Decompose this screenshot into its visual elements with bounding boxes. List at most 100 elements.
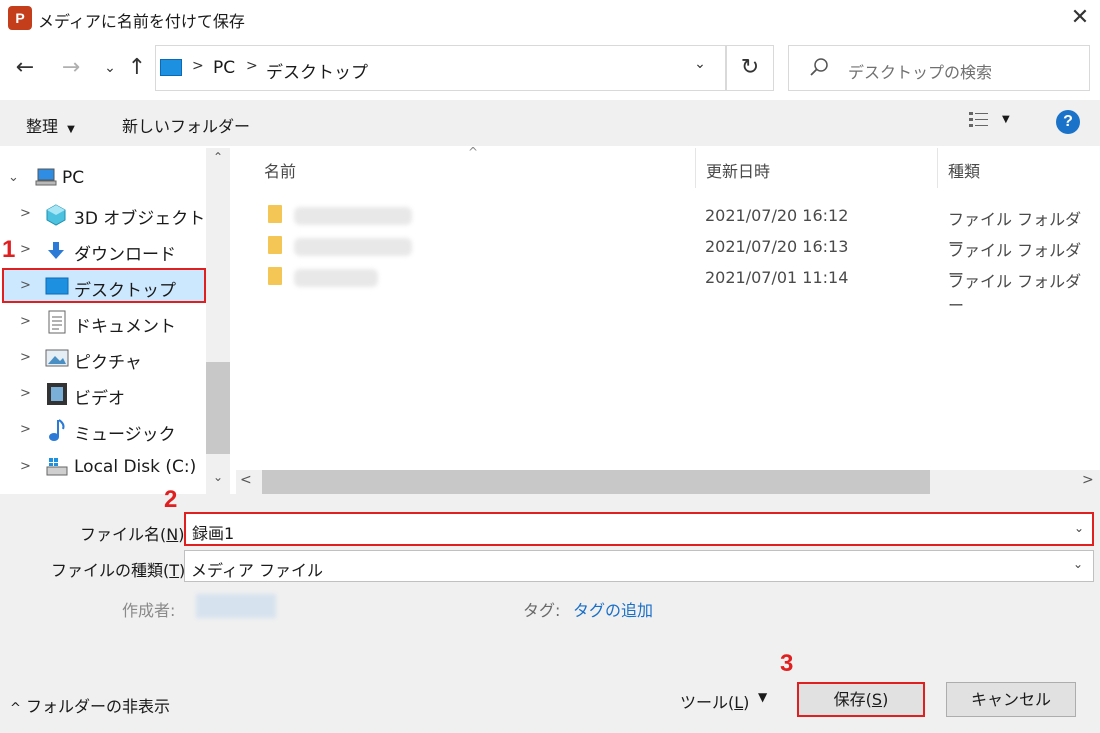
tree-item-music[interactable]: > ミュージック: [0, 412, 206, 448]
file-name-redacted: [294, 269, 378, 287]
filename-label-accesskey: N: [166, 525, 179, 544]
new-folder-button[interactable]: 新しいフォルダー: [122, 113, 250, 137]
chevron-right-icon: >: [20, 314, 31, 329]
column-header-type[interactable]: 種類: [948, 158, 980, 182]
filetype-value: メディア ファイル: [191, 561, 323, 580]
file-row[interactable]: 2021/07/20 16:12 ファイル フォルダー: [262, 200, 1092, 253]
pc-icon: [35, 168, 57, 186]
address-bar[interactable]: [155, 45, 726, 91]
filetype-label-text: ファイルの種類(: [51, 561, 170, 580]
column-divider[interactable]: [937, 148, 938, 188]
arrow-left-icon: ←: [15, 55, 35, 80]
breadcrumb-desktop[interactable]: デスクトップ: [266, 58, 368, 83]
add-tags-link[interactable]: タグの追加: [573, 597, 653, 621]
file-type: ファイル フォルダー: [948, 272, 1082, 315]
step-marker-1: 1: [2, 236, 16, 263]
chevron-down-icon[interactable]: ⌄: [1074, 521, 1084, 535]
tree-item-pc[interactable]: ⌄ PC: [0, 160, 206, 196]
tools-button[interactable]: ツール(L): [680, 689, 749, 713]
chevron-right-icon: >: [20, 422, 31, 437]
back-button[interactable]: ←: [10, 53, 40, 83]
tree-label: Local Disk (C:): [74, 457, 197, 477]
tree-item-local-disk[interactable]: > Local Disk (C:): [0, 449, 206, 485]
caret-down-icon[interactable]: ▼: [758, 690, 767, 704]
chevron-right-icon: >: [20, 278, 31, 293]
tree-item-desktop[interactable]: > デスクトップ: [0, 268, 206, 304]
save-button[interactable]: 保存(S): [797, 682, 925, 717]
chevron-down-icon: ⌄: [694, 56, 706, 72]
file-row[interactable]: 2021/07/20 16:13 ファイル フォルダー: [262, 231, 1092, 284]
horizontal-scrollbar-thumb[interactable]: [262, 470, 930, 494]
arrow-up-icon: ↑: [127, 55, 147, 80]
tree-label: 3D オブジェクト: [74, 209, 206, 229]
tree-item-pictures[interactable]: > ピクチャ: [0, 340, 206, 376]
chevron-down-icon[interactable]: ⌄: [1073, 557, 1083, 571]
nav-scrollbar-thumb[interactable]: [206, 362, 230, 454]
up-button[interactable]: ↑: [122, 53, 152, 83]
scroll-down-icon[interactable]: ⌄: [206, 470, 230, 494]
3d-objects-icon: [46, 204, 66, 226]
filetype-select[interactable]: メディア ファイル ⌄: [184, 550, 1094, 582]
tags-label: タグ:: [523, 601, 561, 620]
column-divider[interactable]: [695, 148, 696, 188]
view-options-icon[interactable]: [968, 110, 990, 132]
scroll-left-icon[interactable]: <: [240, 472, 252, 488]
close-icon: ✕: [1070, 5, 1090, 30]
breadcrumb-pc[interactable]: PC: [213, 58, 235, 78]
refresh-icon: ↻: [740, 55, 760, 80]
search-icon: [810, 58, 828, 76]
scroll-right-icon[interactable]: >: [1082, 472, 1094, 488]
forward-button[interactable]: →: [56, 53, 86, 83]
breadcrumb-separator-icon: >: [192, 58, 204, 74]
chevron-right-icon: >: [20, 242, 31, 257]
author-label: 作成者:: [122, 601, 176, 620]
monitor-icon: [160, 59, 182, 76]
filetype-label-accesskey: T: [169, 561, 180, 580]
hide-folders-label: フォルダーの非表示: [26, 697, 171, 716]
sort-ascending-icon: ^: [468, 145, 479, 159]
step-marker-2: 2: [164, 486, 178, 513]
tree-item-3d-objects[interactable]: > 3D オブジェクト: [0, 196, 206, 232]
chevron-right-icon: >: [20, 206, 31, 221]
save-label: 保存(: [833, 690, 872, 709]
filename-label: ファイル名(N):: [80, 521, 190, 545]
organize-button[interactable]: 整理 ▼: [26, 113, 75, 137]
hide-folders-button[interactable]: ^ フォルダーの非表示: [10, 693, 170, 717]
scroll-up-icon[interactable]: ⌃: [206, 150, 230, 174]
save-label-suffix: ): [882, 690, 889, 709]
tree-item-videos[interactable]: > ビデオ: [0, 376, 206, 412]
folder-icon: [268, 205, 282, 223]
cancel-button[interactable]: キャンセル: [946, 682, 1076, 717]
refresh-button[interactable]: ↻: [726, 45, 774, 91]
arrow-right-icon: →: [61, 55, 81, 80]
download-icon: [48, 242, 64, 259]
music-icon: [49, 419, 65, 441]
pictures-icon: [45, 349, 69, 367]
window-title: メディアに名前を付けて保存: [38, 12, 245, 31]
chevron-down-icon: ⌄: [104, 60, 116, 76]
tree-label: ピクチャ: [74, 353, 142, 373]
tree-item-downloads[interactable]: > ダウンロード: [0, 232, 206, 268]
tree-item-documents[interactable]: > ドキュメント: [0, 304, 206, 340]
tools-accesskey: L: [734, 693, 744, 712]
view-dropdown-icon[interactable]: ▼: [1002, 114, 1010, 125]
recent-locations-button[interactable]: ⌄: [95, 53, 125, 83]
close-button[interactable]: ✕: [1064, 2, 1096, 34]
chevron-down-icon: ⌄: [8, 170, 19, 185]
save-accesskey: S: [871, 690, 883, 709]
organize-label: 整理: [26, 117, 59, 136]
tree-label: ダウンロード: [74, 245, 176, 265]
tree-label: ビデオ: [74, 389, 125, 409]
column-header-date[interactable]: 更新日時: [706, 158, 770, 182]
help-button[interactable]: ?: [1056, 110, 1080, 134]
filename-field[interactable]: 録画1 ⌄: [184, 512, 1094, 546]
address-dropdown-button[interactable]: ⌄: [690, 56, 710, 80]
folder-icon: [268, 236, 282, 254]
tree-label: PC: [62, 168, 85, 188]
tree-label: デスクトップ: [74, 281, 176, 301]
file-row[interactable]: 2021/07/01 11:14 ファイル フォルダー: [262, 262, 1092, 315]
author-value-redacted[interactable]: [196, 594, 276, 618]
column-header-name[interactable]: 名前: [264, 158, 296, 182]
tree-label: ミュージック: [74, 425, 176, 445]
tree-label: ドキュメント: [74, 317, 176, 337]
